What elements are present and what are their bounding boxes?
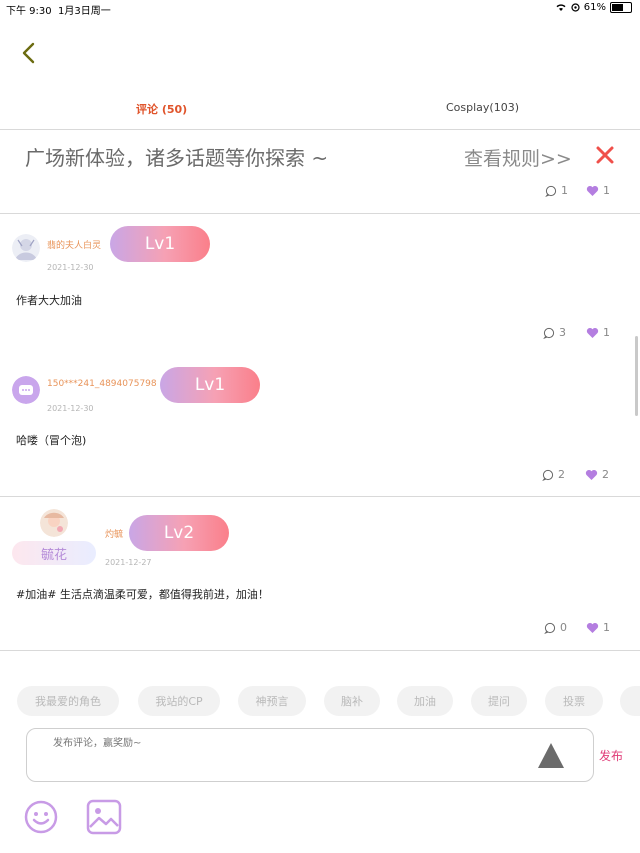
comment-like-count[interactable]: 1 <box>586 621 610 634</box>
image-button[interactable] <box>86 799 122 839</box>
like-count-text: 1 <box>603 326 610 339</box>
quick-tag[interactable]: 脑补 <box>324 686 380 716</box>
comment-username[interactable]: 150***241_4894075798 <box>47 379 157 389</box>
banner-text: 广场新体验，诸多话题等你探索 ~ <box>25 146 329 170</box>
tab-divider <box>0 129 640 130</box>
comment-avatar[interactable] <box>12 376 40 408</box>
comment-avatar[interactable] <box>40 509 68 541</box>
comment-like-count[interactable]: 2 <box>585 468 609 481</box>
status-date: 1月3日周一 <box>58 6 111 17</box>
status-time-date: 下午 9:30 1月3日周一 <box>6 2 111 17</box>
tab-cosplay[interactable]: Cosplay(103) <box>446 101 519 114</box>
image-icon <box>86 799 122 835</box>
quick-tag[interactable]: 我站的CP <box>138 686 220 716</box>
comment-date: 2021-12-30 <box>47 263 94 272</box>
comment-reply-count[interactable]: 2 <box>542 468 565 481</box>
comment-divider <box>0 650 640 651</box>
quick-tag[interactable]: 神预言 <box>238 686 306 716</box>
comment-username[interactable]: 翡的夫人白灵 <box>47 238 101 251</box>
back-button[interactable] <box>18 40 40 66</box>
quick-tag[interactable]: 投票 <box>545 686 603 716</box>
avatar-illustration <box>12 234 40 262</box>
quick-tag-overflow[interactable] <box>620 686 640 716</box>
like-count-text: 1 <box>603 184 610 197</box>
wifi-icon <box>556 4 566 11</box>
comment-input-box[interactable] <box>26 728 594 782</box>
comment-reply-count[interactable]: 3 <box>543 326 566 339</box>
battery-text: 61% <box>583 2 606 13</box>
comment-avatar[interactable] <box>12 234 40 266</box>
comment-reply-count[interactable]: 0 <box>544 621 567 634</box>
comment-username[interactable]: 灼毓 <box>105 527 123 540</box>
reply-count-text: 3 <box>559 326 566 339</box>
heart-icon <box>586 327 599 338</box>
scrollbar[interactable] <box>635 336 638 416</box>
back-chevron-icon <box>22 42 35 64</box>
publish-button[interactable]: 发布 <box>599 747 623 764</box>
level-badge: Lv2 <box>129 515 229 551</box>
view-rules-link[interactable]: 查看规则>> <box>464 144 572 171</box>
default-avatar-icon <box>12 376 40 404</box>
comment-bubble-icon <box>545 185 557 197</box>
banner-comment-count[interactable]: 1 <box>545 184 568 197</box>
comment-count-text: 1 <box>561 184 568 197</box>
status-bar: 下午 9:30 1月3日周一 61% <box>0 0 640 17</box>
quick-tag[interactable]: 加油 <box>397 686 453 716</box>
comment-input[interactable] <box>51 737 515 750</box>
heart-icon <box>586 185 599 196</box>
battery-fill <box>612 4 623 11</box>
comment-text: 作者大大加油 <box>16 294 82 307</box>
like-count-text: 2 <box>602 468 609 481</box>
comment-text: 哈喽（冒个泡) <box>16 434 87 447</box>
reply-count-text: 0 <box>560 621 567 634</box>
status-time: 下午 9:30 <box>6 6 52 17</box>
close-banner-button[interactable] <box>595 145 615 165</box>
comment-bubble-icon <box>544 622 556 634</box>
heart-icon <box>585 469 598 480</box>
emoji-icon <box>24 800 58 834</box>
reply-count-text: 2 <box>558 468 565 481</box>
level-badge: Lv1 <box>160 367 260 403</box>
quick-tag[interactable]: 我最爱的角色 <box>17 686 119 716</box>
comment-text: #加油# 生活点滴温柔可爱，都值得我前进，加油！ <box>16 588 269 601</box>
banner-like-count[interactable]: 1 <box>586 184 610 197</box>
quick-tag[interactable]: 提问 <box>471 686 527 716</box>
banner-divider <box>0 213 640 214</box>
user-title-badge: 毓花 <box>12 541 96 565</box>
tab-comments[interactable]: 评论 (50) <box>136 101 187 117</box>
comment-date: 2021-12-27 <box>105 558 152 567</box>
comment-date: 2021-12-30 <box>47 404 94 413</box>
comment-like-count[interactable]: 1 <box>586 326 610 339</box>
location-icon <box>571 3 580 12</box>
heart-icon <box>586 622 599 633</box>
comment-bubble-icon <box>543 327 555 339</box>
avatar-illustration <box>40 509 68 537</box>
level-badge: Lv1 <box>110 226 210 262</box>
tab-bar: 评论 (50) Cosplay(103) <box>0 96 640 120</box>
emoji-button[interactable] <box>24 800 58 838</box>
status-right: 61% <box>555 2 632 13</box>
like-count-text: 1 <box>603 621 610 634</box>
comment-divider <box>0 496 640 497</box>
comment-bubble-icon <box>542 469 554 481</box>
battery-icon <box>610 2 632 13</box>
send-triangle-icon[interactable] <box>537 741 565 769</box>
close-x-icon <box>596 146 614 164</box>
user-title-text: 毓花 <box>40 547 67 563</box>
